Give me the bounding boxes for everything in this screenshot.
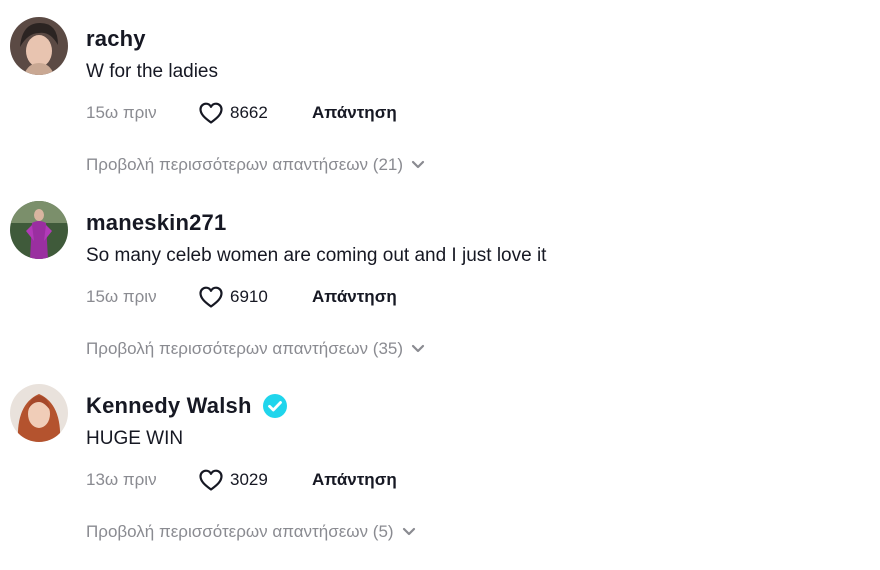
username[interactable]: rachy — [86, 26, 146, 52]
comment-item: Kennedy Walsh HUGE WIN 13ω πριν 3029 Απά… — [0, 367, 880, 551]
chevron-down-icon — [402, 527, 416, 537]
avatar[interactable] — [10, 17, 68, 75]
comment-meta: 15ω πριν 6910 Απάντηση — [86, 282, 397, 312]
view-more-replies-button[interactable]: Προβολή περισσότερων απαντήσεων (35) — [86, 336, 425, 362]
view-more-replies-label: Προβολή περισσότερων απαντήσεων (35) — [86, 339, 404, 358]
reply-button[interactable]: Απάντηση — [312, 470, 397, 490]
comment-text: HUGE WIN — [86, 428, 184, 449]
like-count: 3029 — [230, 470, 268, 489]
like-button[interactable]: 6910 — [198, 285, 300, 309]
comment-item: maneskin271 So many celeb women are comi… — [0, 184, 880, 368]
comment-meta: 15ω πριν 8662 Απάντηση — [86, 98, 397, 128]
timestamp: 15ω πριν — [86, 287, 157, 306]
heart-outline-icon — [199, 286, 223, 308]
like-button[interactable]: 8662 — [198, 101, 300, 125]
timestamp: 13ω πριν — [86, 470, 157, 489]
username[interactable]: maneskin271 — [86, 210, 226, 236]
username[interactable]: Kennedy Walsh — [86, 393, 252, 419]
comment-meta: 13ω πριν 3029 Απάντηση — [86, 465, 397, 495]
verified-badge-icon — [262, 393, 288, 419]
comment-text: W for the ladies — [86, 61, 218, 82]
reply-button[interactable]: Απάντηση — [312, 287, 397, 307]
avatar[interactable] — [10, 201, 68, 259]
like-count: 8662 — [230, 103, 268, 122]
chevron-down-icon — [411, 344, 425, 354]
like-button[interactable]: 3029 — [198, 468, 300, 492]
chevron-down-icon — [411, 160, 425, 170]
reply-button[interactable]: Απάντηση — [312, 103, 397, 123]
heart-outline-icon — [199, 102, 223, 124]
view-more-replies-label: Προβολή περισσότερων απαντήσεων (21) — [86, 155, 404, 174]
comment-item: rachy W for the ladies 15ω πριν 8662 Απά… — [0, 0, 880, 184]
like-count: 6910 — [230, 287, 268, 306]
view-more-replies-button[interactable]: Προβολή περισσότερων απαντήσεων (21) — [86, 152, 425, 178]
view-more-replies-label: Προβολή περισσότερων απαντήσεων (5) — [86, 522, 394, 541]
timestamp: 15ω πριν — [86, 103, 157, 122]
view-more-replies-button[interactable]: Προβολή περισσότερων απαντήσεων (5) — [86, 519, 416, 545]
avatar[interactable] — [10, 384, 68, 442]
heart-outline-icon — [199, 469, 223, 491]
comment-text: So many celeb women are coming out and I… — [86, 245, 547, 266]
